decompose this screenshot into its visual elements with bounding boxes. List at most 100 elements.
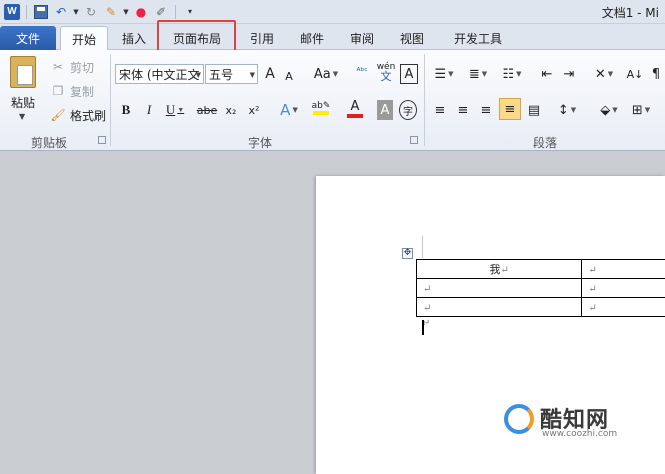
enclose-char-button[interactable]: 字 — [399, 100, 417, 120]
paste-icon[interactable] — [10, 56, 36, 88]
table-cell[interactable]: ↵ — [581, 297, 665, 317]
format-painter-label: 格式刷 — [70, 108, 107, 123]
bullets-button[interactable]: ☰ ▼ — [430, 64, 458, 84]
copy-button[interactable]: ❐ 复制 — [50, 82, 94, 100]
quick-access-toolbar: W ↶ ▼ ↻ ✎ ▼ ● ✐ ▾ — [0, 3, 199, 21]
word-icon[interactable]: W — [3, 3, 21, 21]
undo-dropdown-icon[interactable]: ▼ — [72, 3, 80, 21]
tab-insert[interactable]: 插入 — [112, 26, 156, 50]
scissors-icon: ✂ — [52, 60, 64, 74]
painter-dropdown-icon[interactable]: ▼ — [122, 3, 130, 21]
draw-table-icon[interactable]: ✐ — [152, 3, 170, 21]
tab-view[interactable]: 视图 — [390, 26, 434, 50]
cut-label: 剪切 — [70, 60, 95, 75]
sort-button[interactable]: A↓ — [626, 64, 644, 84]
tab-home[interactable]: 开始 — [60, 26, 108, 51]
chevron-down-icon: ▼ — [195, 71, 201, 79]
undo-icon[interactable]: ↶ — [52, 3, 70, 21]
tab-review[interactable]: 审阅 — [340, 26, 384, 50]
paragraph-mark: ↵ — [423, 283, 432, 295]
shrink-font-button[interactable]: A — [282, 66, 296, 86]
tab-file[interactable]: 文件 — [0, 26, 56, 50]
table-row: ↵ ↵ — [415, 278, 665, 298]
paragraph-mark: ↵ — [423, 302, 432, 314]
color-wheel-icon[interactable]: ● — [132, 3, 150, 21]
change-case-button[interactable]: Aa ▼ — [313, 64, 339, 84]
tab-mailings[interactable]: 邮件 — [290, 26, 334, 50]
table-cell[interactable]: ↵ — [581, 278, 665, 298]
strikethrough-button[interactable]: abe — [196, 100, 218, 120]
superscript-button[interactable]: x² — [245, 100, 263, 120]
underline-button[interactable]: U ▼ — [164, 100, 186, 120]
table-cell[interactable]: ↵ — [415, 278, 583, 298]
cut-button[interactable]: ✂ 剪切 — [50, 58, 94, 76]
shading-button[interactable]: ⬙ ▼ — [596, 100, 622, 120]
customize-qat-icon[interactable]: ▾ — [181, 3, 199, 21]
pinyin-char: 文 — [380, 70, 392, 83]
separator — [110, 54, 111, 146]
cell-text: 我 — [489, 263, 501, 276]
paste-dropdown-icon[interactable]: ▼ — [19, 112, 25, 121]
align-right-button[interactable]: ≡ — [476, 100, 496, 120]
chinese-layout-button[interactable]: ✕ ▼ — [590, 64, 618, 84]
table-cell[interactable]: ↵ — [581, 259, 665, 279]
line-spacing-button[interactable]: ↕ ▼ — [554, 100, 580, 120]
redo-icon[interactable]: ↻ — [82, 3, 100, 21]
numbering-button[interactable]: ≣ ▼ — [464, 64, 492, 84]
clipboard-group-label: 剪贴板 — [30, 136, 67, 150]
paragraph-mark: ↵ — [500, 265, 509, 276]
pinyin-button[interactable]: wén 文 — [376, 62, 396, 83]
painter-icon[interactable]: ✎ — [102, 3, 120, 21]
text-cursor — [422, 320, 424, 335]
table-row: 我↵ ↵ — [415, 259, 665, 279]
title-bar: W ↶ ▼ ↻ ✎ ▼ ● ✐ ▾ 文档1 - Mi — [0, 0, 665, 24]
multilevel-list-button[interactable]: ☷ ▼ — [498, 64, 526, 84]
font-launcher-icon[interactable] — [410, 136, 418, 144]
show-marks-button[interactable]: ¶ — [648, 64, 664, 84]
highlight-button[interactable]: ab✎ — [308, 98, 334, 118]
separator — [175, 4, 176, 19]
format-painter-button[interactable]: 🖌 格式刷 — [50, 106, 106, 124]
grow-font-button[interactable]: A — [262, 64, 278, 84]
bold-button[interactable]: B — [118, 100, 134, 120]
font-color-button[interactable]: A — [342, 98, 368, 118]
underline-label: U — [165, 102, 176, 117]
font-size-value: 五号 — [209, 67, 234, 82]
separator — [26, 4, 27, 19]
clipboard-launcher-icon[interactable] — [98, 136, 106, 144]
decrease-indent-button[interactable]: ⇤ — [538, 64, 556, 84]
paragraph-mark: ↵ — [588, 283, 597, 295]
text-effects-button[interactable]: A ▼ — [277, 100, 301, 120]
increase-indent-button[interactable]: ⇥ — [560, 64, 578, 84]
font-name-select[interactable]: 宋体 (中文正文 ▼ — [115, 64, 204, 84]
subscript-button[interactable]: x₂ — [222, 100, 240, 120]
tab-developer[interactable]: 开发工具 — [442, 26, 514, 50]
align-left-button[interactable]: ≡ — [430, 100, 450, 120]
margin-mark — [422, 236, 423, 258]
paste-button[interactable]: 粘贴 — [11, 94, 35, 111]
window-title: 文档1 - Mi — [601, 6, 659, 20]
save-icon[interactable] — [32, 3, 50, 21]
table-row: ↵ ↵ — [415, 297, 665, 317]
tab-references[interactable]: 引用 — [240, 26, 284, 50]
table-cell[interactable]: 我↵ — [415, 259, 583, 279]
coozhi-logo-icon — [504, 404, 534, 434]
borders-button[interactable]: ⊞ ▼ — [628, 100, 654, 120]
document-table[interactable]: 我↵ ↵ ↵ ↵ ↵ ↵ — [415, 259, 665, 317]
table-cell[interactable]: ↵ — [415, 297, 583, 317]
table-move-handle-icon[interactable]: ✥ — [402, 248, 413, 259]
watermark-url: www.coozhi.com — [542, 429, 618, 439]
char-border-button[interactable]: A — [400, 64, 418, 84]
font-color-bar — [347, 113, 363, 118]
font-size-select[interactable]: 五号 ▼ — [205, 64, 258, 84]
highlight-color-bar — [313, 111, 329, 115]
italic-button[interactable]: I — [141, 100, 157, 120]
align-center-button[interactable]: ≡ — [453, 100, 473, 120]
clear-format-button[interactable]: ᴬᵇᶜ — [352, 62, 372, 82]
highlight-box — [157, 20, 236, 54]
distributed-button[interactable]: ▤ — [524, 100, 544, 120]
justify-button[interactable]: ≡ — [499, 98, 521, 120]
char-shading-button[interactable]: A — [377, 100, 393, 120]
ribbon-home: 粘贴 ▼ ✂ 剪切 ❐ 复制 🖌 格式刷 剪贴板 宋体 (中文正文 ▼ 五号 ▼… — [0, 50, 665, 151]
highlight-icon: ab✎ — [311, 101, 331, 111]
